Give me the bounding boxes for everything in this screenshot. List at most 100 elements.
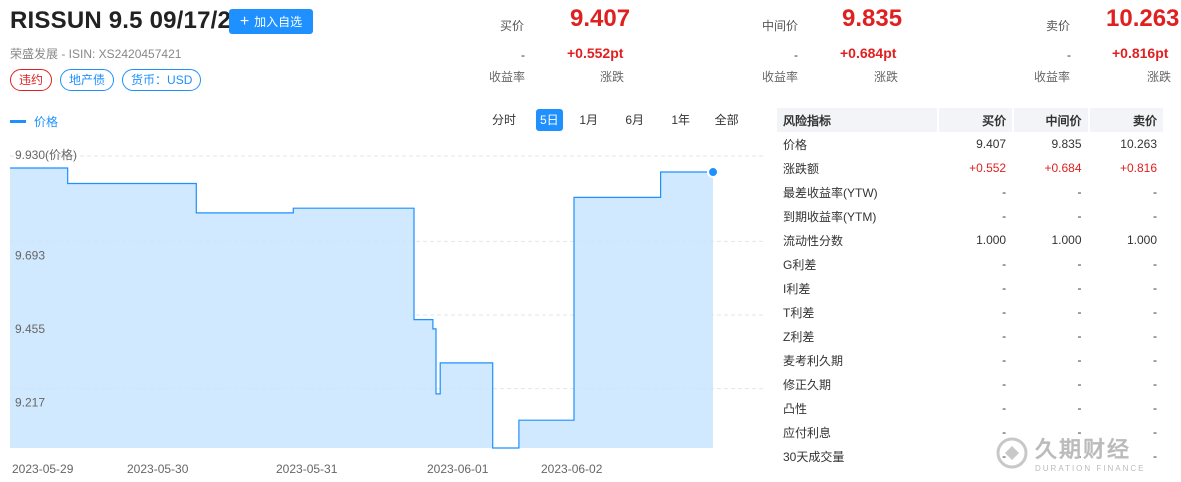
risk-cell-ask: - bbox=[1153, 353, 1157, 367]
risk-cell-bid: 9.407 bbox=[976, 137, 1007, 151]
risk-cell-bid: - bbox=[1002, 281, 1007, 295]
risk-cell-bid: - bbox=[1002, 257, 1007, 271]
risk-cell-ask: - bbox=[1153, 209, 1157, 223]
risk-row: G利差 - - - bbox=[777, 252, 1163, 276]
risk-cell-ask: - bbox=[1153, 377, 1157, 391]
duration-finance-logo-icon bbox=[996, 437, 1028, 468]
quote-mid-yield-label: 收益率 bbox=[762, 70, 799, 84]
risk-row: T利差 - - - bbox=[777, 300, 1163, 324]
issuer-isin: 荣盛发展 - ISIN: XS2420457421 bbox=[10, 47, 182, 61]
risk-cell-bid: - bbox=[1002, 353, 1007, 367]
risk-cell-bid: - bbox=[1002, 209, 1007, 223]
risk-cell-bid: 1.000 bbox=[976, 233, 1007, 247]
risk-cell-bid: - bbox=[1002, 305, 1007, 319]
duration-finance-watermark: 久期财经 DURATION FINANCE bbox=[995, 432, 1146, 473]
range-1m[interactable]: 1月 bbox=[575, 109, 603, 131]
risk-row: 价格 9.407 9.835 10.263 bbox=[777, 132, 1163, 156]
risk-row-label: 修正久期 bbox=[783, 377, 832, 392]
range-intraday[interactable]: 分时 bbox=[480, 109, 528, 131]
y-axis-tick-label: 9.455 bbox=[15, 322, 45, 336]
x-axis-tick-label: 2023-05-29 bbox=[12, 462, 74, 476]
range-selector: 分时 5日 1月 6月 1年 全部 bbox=[480, 109, 741, 131]
tag-currency[interactable]: 货币：USD bbox=[122, 69, 202, 91]
tag-default[interactable]: 违约 bbox=[10, 69, 53, 91]
range-1y[interactable]: 1年 bbox=[667, 109, 695, 131]
bond-title: RISSUN 9.5 09/17/24 bbox=[10, 7, 245, 34]
tag-property-bond[interactable]: 地产债 bbox=[60, 69, 115, 91]
header-bid: 买价 bbox=[938, 108, 1013, 132]
risk-cell-mid: - bbox=[1077, 377, 1082, 391]
risk-cell-bid: - bbox=[1002, 377, 1007, 391]
quote-bid-yield: - bbox=[521, 48, 525, 62]
price-chart[interactable]: 9.930(价格) 9.693 9.455 9.217 2023-05-29 2023-… bbox=[0, 140, 765, 482]
risk-cell-mid: - bbox=[1077, 329, 1082, 343]
risk-cell-bid: +0.552 bbox=[969, 161, 1007, 175]
quote-bid-change: +0.552pt bbox=[567, 45, 624, 61]
risk-cell-bid: - bbox=[1002, 185, 1007, 199]
risk-cell-mid: - bbox=[1077, 185, 1082, 199]
risk-cell-ask: - bbox=[1153, 185, 1157, 199]
tag-list: 违约 地产债 货币：USD bbox=[10, 69, 202, 91]
quote-mid-change: +0.684pt bbox=[840, 45, 897, 61]
risk-indicator-panel: 风险指标 买价 中间价 卖价 价格 9.407 9.835 10.263 涨跌额 +0.5… bbox=[775, 108, 1165, 468]
range-all[interactable]: 全部 bbox=[713, 109, 741, 131]
price-area bbox=[10, 168, 713, 448]
y-axis-tick-label: 9.217 bbox=[15, 396, 45, 410]
risk-cell-mid: - bbox=[1077, 209, 1082, 223]
risk-row-label: T利差 bbox=[783, 305, 815, 320]
risk-cell-ask: - bbox=[1153, 305, 1157, 319]
quote-bid-value: 9.407 bbox=[570, 5, 631, 32]
watermark-cn: 久期财经 bbox=[1035, 437, 1132, 462]
risk-cell-ask: +0.816 bbox=[1119, 161, 1157, 175]
chart-legend[interactable]: 价格 bbox=[10, 113, 58, 130]
risk-row-label: G利差 bbox=[783, 257, 817, 272]
add-to-watchlist-label: 加入自选 bbox=[254, 15, 303, 29]
risk-cell-mid: - bbox=[1077, 401, 1082, 415]
risk-row-label: I利差 bbox=[783, 281, 811, 296]
risk-row-label: 最差收益率(YTW) bbox=[783, 185, 878, 200]
risk-row-label: 涨跌额 bbox=[783, 161, 820, 176]
risk-row: 麦考利久期 - - - bbox=[777, 348, 1163, 372]
quote-ask-label: 卖价 bbox=[1046, 19, 1071, 33]
risk-row: I利差 - - - bbox=[777, 276, 1163, 300]
x-axis-tick-label: 2023-06-02 bbox=[541, 462, 603, 476]
risk-row-label: 流动性分数 bbox=[783, 233, 844, 248]
y-axis-tick-label: 9.693 bbox=[15, 248, 45, 262]
quote-ask-yield-label: 收益率 bbox=[1034, 70, 1071, 84]
header-ask: 卖价 bbox=[1089, 108, 1163, 132]
risk-row: 到期收益率(YTM) - - - bbox=[777, 204, 1163, 228]
header-mid: 中间价 bbox=[1014, 108, 1088, 132]
risk-row: 最差收益率(YTW) - - - bbox=[777, 180, 1163, 204]
latest-price-marker[interactable] bbox=[707, 166, 720, 179]
risk-cell-mid: +0.684 bbox=[1044, 161, 1082, 175]
quote-mid-value: 9.835 bbox=[842, 5, 903, 32]
add-to-watchlist-button[interactable]: + 加入自选 bbox=[229, 9, 313, 34]
risk-row: 修正久期 - - - bbox=[777, 372, 1163, 396]
risk-cell-ask: - bbox=[1153, 281, 1157, 295]
range-6m[interactable]: 6月 bbox=[621, 109, 649, 131]
quote-bid-change-label: 涨跌 bbox=[600, 70, 625, 84]
risk-row-label: 30天成交量 bbox=[783, 449, 845, 464]
x-axis-tick-label: 2023-05-31 bbox=[276, 462, 338, 476]
risk-cell-bid: - bbox=[1002, 401, 1007, 415]
x-axis-tick-label: 2023-06-01 bbox=[427, 462, 489, 476]
risk-row-label: Z利差 bbox=[783, 329, 815, 344]
range-5d[interactable]: 5日 bbox=[536, 109, 563, 131]
risk-row-label: 凸性 bbox=[783, 401, 808, 416]
risk-row-label: 到期收益率(YTM) bbox=[783, 209, 877, 224]
risk-row: Z利差 - - - bbox=[777, 324, 1163, 348]
quote-mid-label: 中间价 bbox=[762, 19, 799, 33]
risk-cell-ask: 10.263 bbox=[1120, 137, 1157, 151]
legend-swatch bbox=[10, 120, 26, 123]
risk-table-header: 风险指标 买价 中间价 卖价 bbox=[777, 108, 1163, 132]
risk-row: 流动性分数 1.000 1.000 1.000 bbox=[777, 228, 1163, 252]
header-indicator: 风险指标 bbox=[777, 108, 937, 132]
quote-ask-yield: - bbox=[1067, 48, 1071, 62]
risk-row-label: 应付利息 bbox=[783, 425, 832, 440]
y-axis-top-label: 9.930(价格) bbox=[15, 147, 77, 162]
plus-icon: + bbox=[239, 12, 250, 30]
risk-cell-ask: - bbox=[1153, 401, 1157, 415]
risk-cell-ask: - bbox=[1153, 257, 1157, 271]
risk-cell-mid: - bbox=[1077, 281, 1082, 295]
risk-cell-ask: 1.000 bbox=[1126, 233, 1157, 247]
